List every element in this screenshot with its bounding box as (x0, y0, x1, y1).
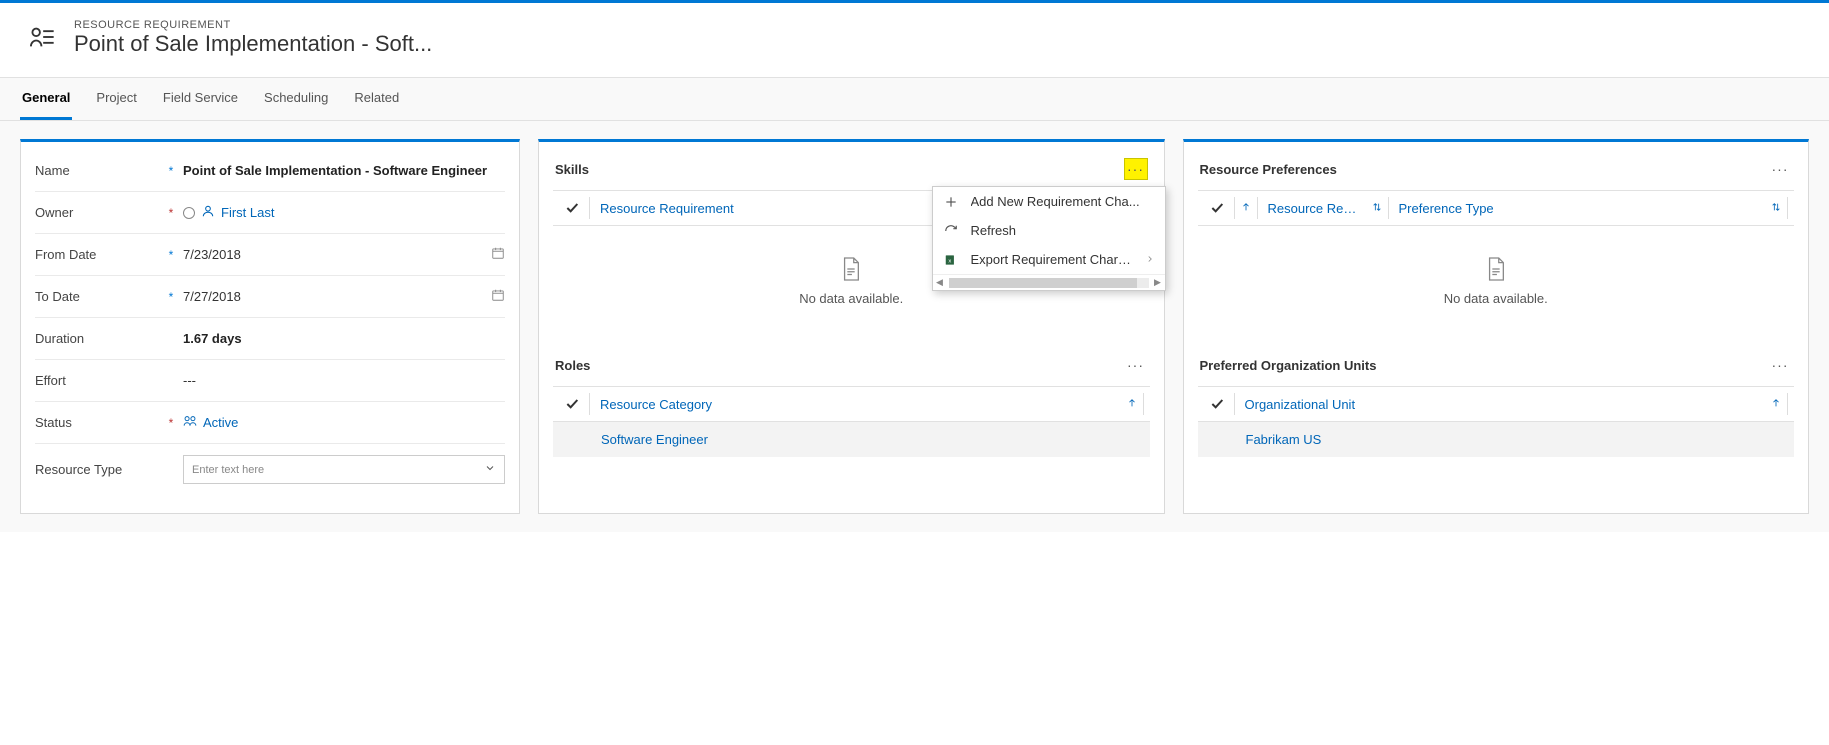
calendar-icon[interactable] (491, 288, 505, 305)
menu-add-new[interactable]: Add New Requirement Cha... (933, 187, 1165, 216)
page-header: RESOURCE REQUIREMENT Point of Sale Imple… (0, 3, 1829, 77)
skills-roles-panel: Skills ··· Add New Requirement Cha... Re… (538, 139, 1165, 514)
menu-export[interactable]: x Export Requirement Charac... (933, 245, 1165, 274)
effort-value: --- (183, 373, 505, 388)
prefs-title: Resource Preferences (1200, 162, 1337, 177)
sort-up-icon[interactable] (1237, 201, 1255, 216)
more-icon: ··· (1772, 161, 1789, 177)
calendar-icon[interactable] (491, 246, 505, 263)
owner-label: Owner (35, 205, 165, 220)
tabs-bar: General Project Field Service Scheduling… (0, 77, 1829, 121)
select-all-checkbox[interactable] (1202, 200, 1232, 216)
sort-up-icon[interactable] (1767, 397, 1785, 412)
more-icon: ··· (1127, 357, 1144, 373)
field-duration[interactable]: Duration 1.67 days (35, 318, 505, 360)
document-icon (1198, 256, 1795, 285)
field-owner[interactable]: Owner * First Last (35, 192, 505, 234)
scroll-right-icon[interactable]: ▶ (1151, 277, 1165, 288)
refresh-icon (943, 224, 959, 238)
chevron-right-icon (1145, 252, 1155, 267)
required-marker: * (165, 290, 177, 304)
required-marker: * (165, 416, 177, 430)
tab-general[interactable]: General (20, 78, 72, 120)
status-value[interactable]: Active (203, 415, 238, 430)
fromdate-value: 7/23/2018 (183, 247, 241, 262)
tab-scheduling[interactable]: Scheduling (262, 78, 330, 120)
prefs-grid-header: Resource Requir... Preference Type (1198, 190, 1795, 226)
owner-value[interactable]: First Last (221, 205, 274, 220)
required-marker: * (165, 164, 177, 178)
tab-related[interactable]: Related (352, 78, 401, 120)
scroll-track[interactable] (949, 278, 1149, 288)
skills-more-button[interactable]: ··· (1124, 158, 1148, 180)
status-label: Status (35, 415, 165, 430)
org-title: Preferred Organization Units (1200, 358, 1377, 373)
sort-updown-icon[interactable] (1368, 201, 1386, 216)
col-resource-requirement[interactable]: Resource Requir... (1260, 201, 1368, 216)
prefs-more-button[interactable]: ··· (1768, 158, 1792, 180)
excel-icon: x (943, 253, 959, 267)
preferences-panel: Resource Preferences ··· Resource Requir… (1183, 139, 1810, 514)
org-row-fabrikam[interactable]: Fabrikam US (1198, 422, 1795, 457)
duration-value: 1.67 days (183, 331, 505, 346)
resource-type-input[interactable]: Enter text here (183, 455, 505, 484)
owner-circle-icon (183, 207, 195, 219)
org-grid-header: Organizational Unit (1198, 386, 1795, 422)
effort-label: Effort (35, 373, 165, 388)
select-all-checkbox[interactable] (1202, 396, 1232, 412)
prefs-no-data: No data available. (1198, 226, 1795, 316)
todate-label: To Date (35, 289, 165, 304)
col-resource-category[interactable]: Resource Category (592, 397, 1123, 412)
restype-placeholder: Enter text here (192, 464, 264, 476)
field-effort[interactable]: Effort --- (35, 360, 505, 402)
todate-value: 7/27/2018 (183, 289, 241, 304)
roles-grid-header: Resource Category (553, 386, 1150, 422)
general-panel: Name * Point of Sale Implementation - So… (20, 139, 520, 514)
roles-row-software-engineer[interactable]: Software Engineer (553, 422, 1150, 457)
roles-more-button[interactable]: ··· (1124, 354, 1148, 376)
chevron-down-icon (484, 462, 496, 477)
plus-icon (943, 195, 959, 209)
status-icon (183, 414, 197, 431)
name-value: Point of Sale Implementation - Software … (183, 163, 505, 178)
tab-project[interactable]: Project (94, 78, 138, 120)
person-icon (201, 204, 215, 221)
required-marker: * (165, 248, 177, 262)
skills-title: Skills (555, 162, 589, 177)
org-more-button[interactable]: ··· (1768, 354, 1792, 376)
field-name[interactable]: Name * Point of Sale Implementation - So… (35, 150, 505, 192)
select-all-checkbox[interactable] (557, 200, 587, 216)
more-icon: ··· (1127, 161, 1144, 177)
skills-context-menu: Add New Requirement Cha... Refresh x Exp… (932, 186, 1166, 291)
name-label: Name (35, 163, 165, 178)
svg-text:x: x (948, 258, 951, 264)
restype-label: Resource Type (35, 462, 165, 477)
tab-fieldservice[interactable]: Field Service (161, 78, 240, 120)
page-title: Point of Sale Implementation - Soft... (74, 31, 432, 57)
roles-title: Roles (555, 358, 590, 373)
sort-up-icon[interactable] (1123, 397, 1141, 412)
col-preference-type[interactable]: Preference Type (1391, 201, 1768, 216)
menu-refresh[interactable]: Refresh (933, 216, 1165, 245)
menu-scrollbar[interactable]: ◀ ▶ (933, 274, 1165, 290)
entity-type-label: RESOURCE REQUIREMENT (74, 19, 432, 31)
duration-label: Duration (35, 331, 165, 346)
select-all-checkbox[interactable] (557, 396, 587, 412)
required-marker: * (165, 206, 177, 220)
content-area: Name * Point of Sale Implementation - So… (0, 121, 1829, 532)
field-from-date[interactable]: From Date * 7/23/2018 (35, 234, 505, 276)
scroll-thumb[interactable] (949, 278, 1137, 288)
field-status[interactable]: Status * Active (35, 402, 505, 444)
field-to-date[interactable]: To Date * 7/27/2018 (35, 276, 505, 318)
fromdate-label: From Date (35, 247, 165, 262)
entity-icon (28, 23, 56, 54)
field-resource-type[interactable]: Resource Type Enter text here (35, 444, 505, 495)
col-organizational-unit[interactable]: Organizational Unit (1237, 397, 1768, 412)
sort-updown-icon[interactable] (1767, 201, 1785, 216)
scroll-left-icon[interactable]: ◀ (933, 277, 947, 288)
more-icon: ··· (1772, 357, 1789, 373)
